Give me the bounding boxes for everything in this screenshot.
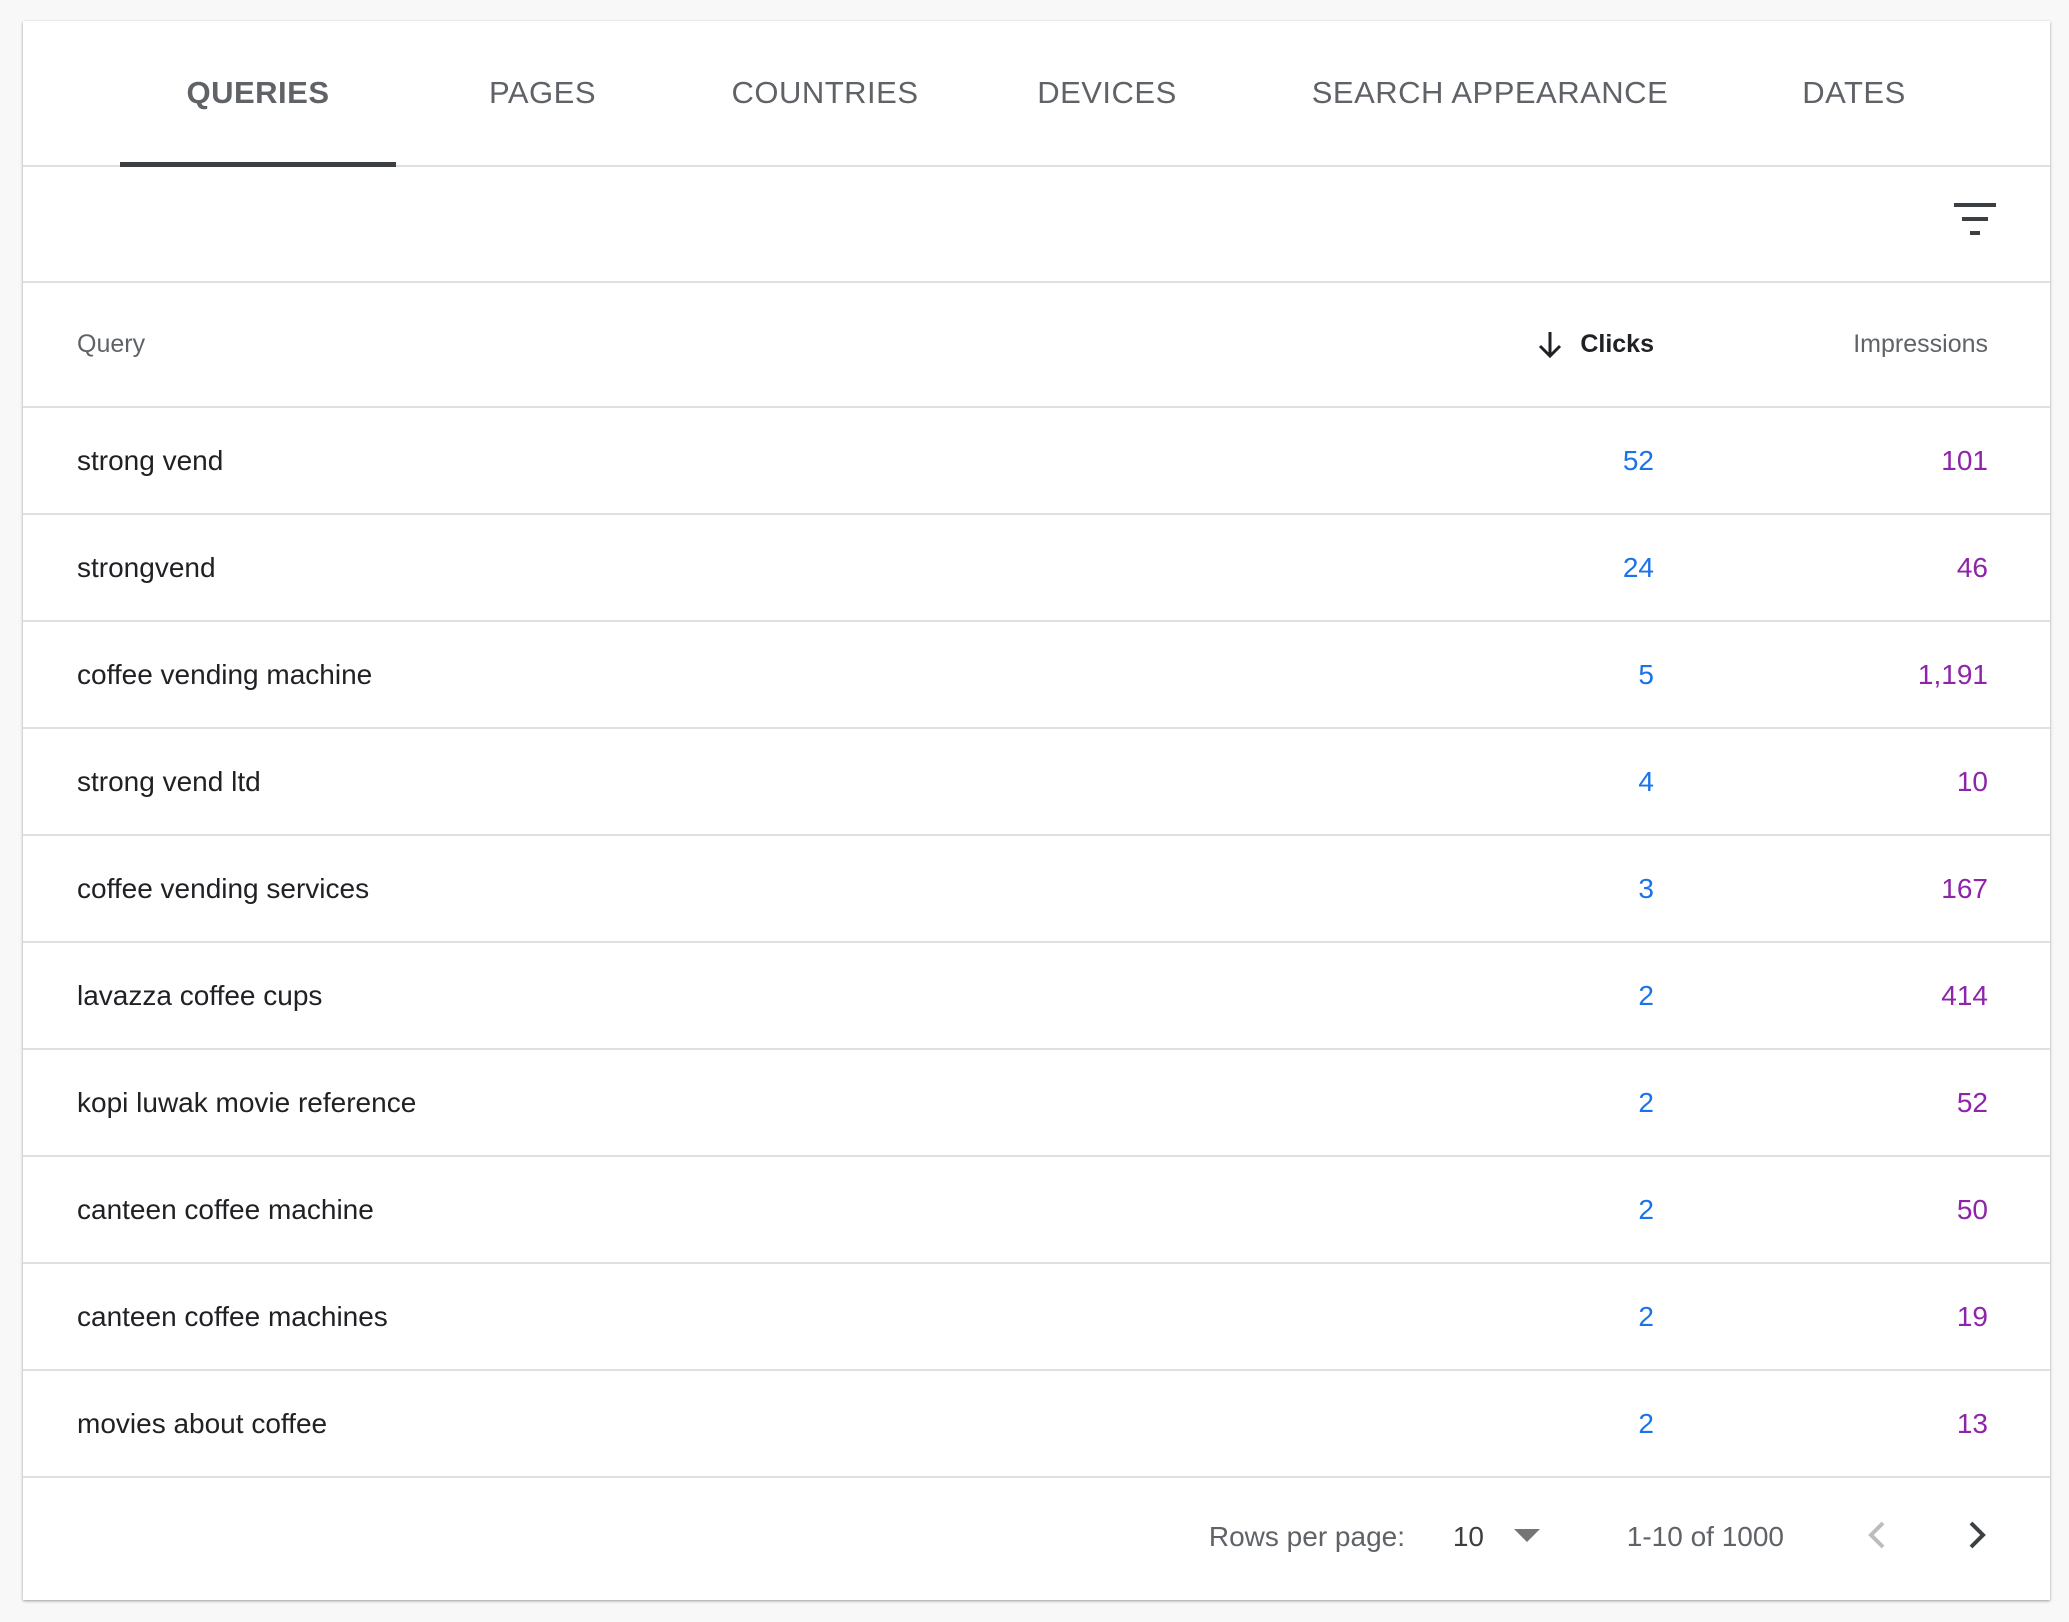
clicks-cell: 52 (1622, 444, 1654, 476)
table-row[interactable]: movies about coffee 2 13 (23, 1371, 2050, 1478)
rows-per-page-select[interactable]: 10 (1453, 1473, 1484, 1600)
column-header-impressions[interactable]: Impressions (1853, 283, 1988, 406)
tab-countries[interactable]: COUNTRIES (718, 21, 932, 165)
query-cell: strongvend (77, 551, 216, 583)
query-cell: coffee vending machine (77, 658, 373, 690)
tab-queries[interactable]: QUERIES (120, 21, 396, 167)
column-header-clicks[interactable]: Clicks (1536, 283, 1654, 406)
performance-table-card: QUERIES PAGES COUNTRIES DEVICES SEARCH A… (23, 21, 2050, 1600)
dimension-tabs: QUERIES PAGES COUNTRIES DEVICES SEARCH A… (23, 21, 2050, 167)
arrow-down-icon (1539, 331, 1562, 358)
query-cell: coffee vending services (77, 872, 370, 904)
page-range-label: 1-10 of 1000 (1626, 1520, 1784, 1552)
column-header-query[interactable]: Query (77, 283, 145, 406)
impressions-cell: 167 (1941, 872, 1988, 904)
impressions-cell: 52 (1956, 1086, 1988, 1118)
table-body: strong vend 52 101 strongvend 24 46 coffee ven… (23, 408, 2050, 1478)
chevron-left-icon[interactable] (1858, 1515, 1898, 1555)
impressions-cell: 101 (1941, 444, 1988, 476)
table-row[interactable]: canteen coffee machine 2 50 (23, 1157, 2050, 1264)
impressions-cell: 10 (1956, 765, 1988, 797)
clicks-cell: 3 (1638, 872, 1654, 904)
clicks-cell: 2 (1638, 1407, 1654, 1439)
clicks-cell: 4 (1638, 765, 1654, 797)
table-row[interactable]: strongvend 24 46 (23, 515, 2050, 622)
chevron-right-icon[interactable] (1956, 1515, 1996, 1555)
table-row[interactable]: strong vend 52 101 (23, 408, 2050, 515)
query-cell: movies about coffee (77, 1407, 328, 1439)
clicks-cell: 2 (1638, 1300, 1654, 1332)
clicks-cell: 2 (1638, 1193, 1654, 1225)
query-cell: lavazza coffee cups (77, 979, 323, 1011)
clicks-cell: 2 (1638, 1086, 1654, 1118)
rows-per-page-label: Rows per page: (1208, 1520, 1405, 1552)
filter-icon[interactable] (1954, 203, 1996, 237)
table-row[interactable]: kopi luwak movie reference 2 52 (23, 1050, 2050, 1157)
table-toolbar (23, 167, 2050, 283)
impressions-cell: 13 (1956, 1407, 1988, 1439)
tab-search-appearance[interactable]: SEARCH APPEARANCE (1305, 21, 1675, 165)
clicks-cell: 24 (1622, 551, 1654, 583)
column-header-clicks-label: Clicks (1580, 330, 1654, 358)
table-header: Query Clicks Impressions (23, 283, 2050, 408)
query-cell: kopi luwak movie reference (77, 1086, 417, 1118)
table-row[interactable]: strong vend ltd 4 10 (23, 729, 2050, 836)
tab-devices[interactable]: DEVICES (1027, 21, 1187, 165)
table-row[interactable]: canteen coffee machines 2 19 (23, 1264, 2050, 1371)
table-row[interactable]: lavazza coffee cups 2 414 (23, 943, 2050, 1050)
caret-down-icon[interactable] (1514, 1529, 1540, 1543)
tab-pages[interactable]: PAGES (475, 21, 610, 165)
clicks-cell: 2 (1638, 979, 1654, 1011)
impressions-cell: 50 (1956, 1193, 1988, 1225)
query-cell: strong vend (77, 444, 224, 476)
table-row[interactable]: coffee vending machine 5 1,191 (23, 622, 2050, 729)
clicks-cell: 5 (1638, 658, 1654, 690)
impressions-cell: 1,191 (1917, 658, 1988, 690)
query-cell: strong vend ltd (77, 765, 261, 797)
impressions-cell: 414 (1941, 979, 1988, 1011)
query-cell: canteen coffee machine (77, 1193, 374, 1225)
table-row[interactable]: coffee vending services 3 167 (23, 836, 2050, 943)
query-cell: canteen coffee machines (77, 1300, 388, 1332)
pagination-footer: Rows per page: 10 1-10 of 1000 (23, 1473, 2050, 1600)
impressions-cell: 46 (1956, 551, 1988, 583)
impressions-cell: 19 (1956, 1300, 1988, 1332)
tab-dates[interactable]: DATES (1786, 21, 1922, 165)
